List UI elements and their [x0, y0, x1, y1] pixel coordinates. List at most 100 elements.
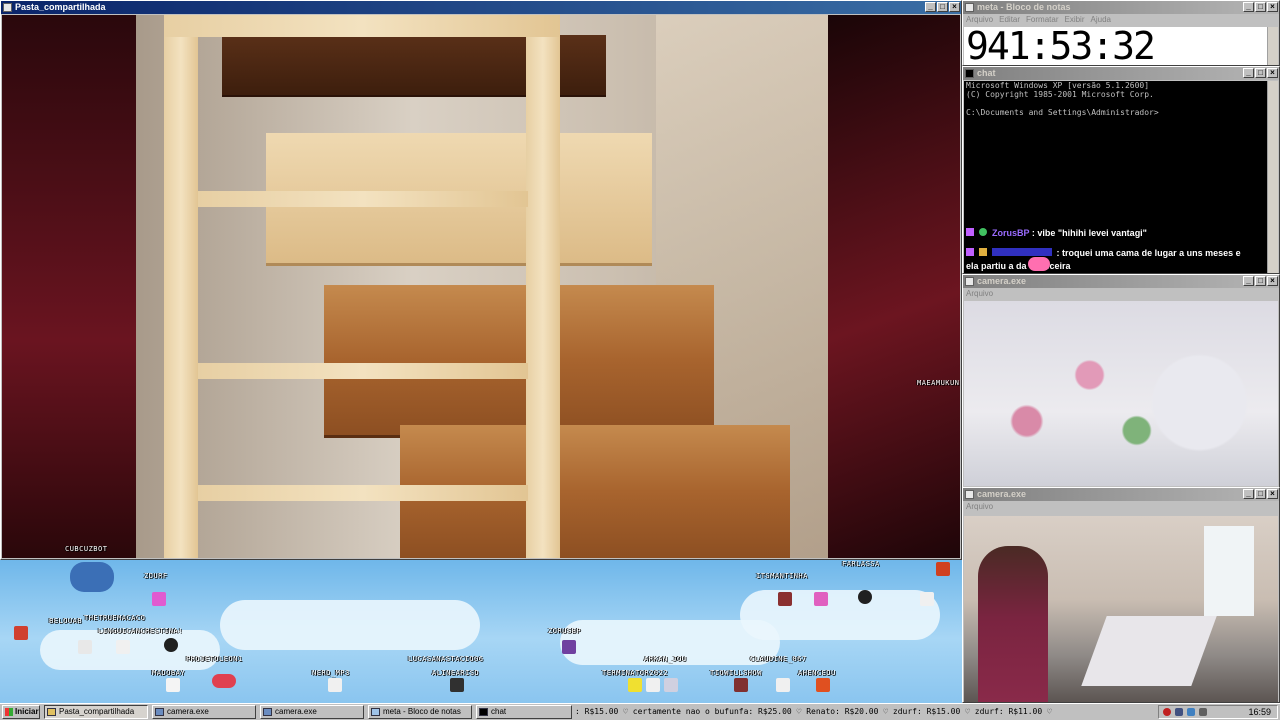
maximize-button[interactable]: □	[1255, 2, 1266, 12]
viewer-sprite	[166, 678, 180, 692]
video-area: MAEAMUKUN CUBCUZBOT	[2, 15, 960, 558]
taskbar-item-shared-folder[interactable]: Pasta_compartilhada	[44, 705, 148, 719]
folder-icon	[47, 708, 56, 716]
chat-scrollbar[interactable]	[1267, 81, 1278, 273]
close-button[interactable]: ×	[1267, 2, 1278, 12]
menu-arquivo[interactable]: Arquivo	[966, 288, 993, 300]
maximize-button[interactable]: □	[1255, 276, 1266, 286]
badge-icon	[978, 248, 987, 256]
window-title: meta - Bloco de notas	[977, 2, 1071, 12]
taskbar-clock: 16:59	[1248, 707, 1271, 717]
notepad-icon	[965, 3, 974, 12]
window-title: camera.exe	[977, 489, 1027, 499]
viewer-name: PROJETOLEON1	[186, 655, 243, 663]
viewer-sprite	[920, 592, 934, 606]
start-label: Iniciar	[15, 707, 39, 716]
viewer-sprite	[814, 592, 828, 606]
overlay-viewer-label: MAEAMUKUN	[917, 379, 960, 387]
camera-titlebar[interactable]: camera.exe _ □ ×	[963, 275, 1279, 288]
notepad-window[interactable]: meta - Bloco de notas _ □ × Arquivo Edit…	[962, 0, 1280, 66]
chat-console[interactable]: Microsoft Windows XP [versão 5.1.2600] (…	[964, 81, 1270, 273]
notepad-scrollbar[interactable]	[1267, 27, 1278, 65]
viewer-sprite	[816, 678, 830, 692]
maximize-button[interactable]: □	[1255, 489, 1266, 499]
viewer-sprite	[664, 678, 678, 692]
task-label: chat	[491, 707, 507, 716]
tray-app-icon[interactable]	[1163, 708, 1171, 716]
windows-logo-icon	[5, 708, 13, 716]
taskbar-item-camera[interactable]: camera.exe	[152, 705, 256, 719]
task-label: camera.exe	[167, 707, 209, 716]
viewer-name: MADOBAY	[152, 669, 186, 677]
taskbar-item-chat[interactable]: chat	[476, 705, 572, 719]
notepad-text-area[interactable]: 941:53:32	[964, 27, 1272, 65]
viewer-sprite	[646, 678, 660, 692]
chat-titlebar[interactable]: chat _ □ ×	[963, 67, 1279, 80]
background-left	[2, 15, 136, 558]
folder-icon	[3, 3, 12, 12]
streamer-camera-feed	[964, 516, 1278, 702]
viewer-sprite	[328, 678, 342, 692]
shared-folder-window[interactable]: Pasta_compartilhada _ □ × MAEAMUKUN CUBC…	[0, 0, 962, 560]
taskbar: Iniciar Pasta_compartilhada camera.exe c…	[0, 703, 1280, 720]
viewer-sprite	[628, 678, 642, 692]
viewer-name: ITSMANTINHA	[756, 572, 808, 580]
camera-window-top[interactable]: camera.exe _ □ × Arquivo	[962, 274, 1280, 488]
minimize-button[interactable]: _	[1243, 2, 1254, 12]
heart-icon	[1028, 257, 1050, 271]
minimize-button[interactable]: _	[1243, 276, 1254, 286]
badge-icon	[966, 248, 974, 256]
console-line: (C) Copyright 1985-2001 Microsoft Corp.	[966, 90, 1154, 99]
close-button[interactable]: ×	[1267, 68, 1278, 78]
minimize-button[interactable]: _	[925, 2, 936, 12]
viewer-sprite	[936, 562, 950, 576]
chat-window[interactable]: chat _ □ × Microsoft Windows XP [versão …	[962, 66, 1280, 274]
cmd-icon	[479, 708, 488, 716]
viewer-name: TIOWILLSHOW	[710, 669, 762, 677]
overlay-viewer-label: CUBCUZBOT	[65, 545, 108, 553]
badge-icon	[978, 228, 987, 236]
camera-icon	[965, 277, 974, 286]
chat-message: ela partiu a da cabeceira	[966, 257, 1071, 271]
taskbar-item-notepad[interactable]: meta - Bloco de notas	[368, 705, 472, 719]
woodwork-drawers-image	[136, 15, 828, 558]
viewer-sprite	[164, 638, 178, 652]
tray-app-icon[interactable]	[1175, 708, 1183, 716]
chat-text: ela partiu a da cabeceira	[966, 261, 1071, 271]
shared-folder-titlebar[interactable]: Pasta_compartilhada _ □ ×	[1, 1, 961, 14]
dragon-sprite	[70, 562, 114, 592]
camera-window-bottom[interactable]: camera.exe _ □ × Arquivo	[962, 487, 1280, 703]
chat-message: ZorusBP : vibe "hihihi levei vantagi"	[966, 228, 1147, 238]
tray-volume-icon[interactable]	[1199, 708, 1207, 716]
maximize-button[interactable]: □	[1255, 68, 1266, 78]
minimize-button[interactable]: _	[1243, 68, 1254, 78]
task-label: Pasta_compartilhada	[59, 707, 135, 716]
viewer-name: LINGUICANCRESTINA!	[98, 627, 183, 635]
console-line: C:\Documents and Settings\Administrador>	[966, 108, 1159, 117]
notepad-titlebar[interactable]: meta - Bloco de notas _ □ ×	[963, 1, 1279, 14]
minimize-button[interactable]: _	[1243, 489, 1254, 499]
maximize-button[interactable]: □	[937, 2, 948, 12]
task-label: meta - Bloco de notas	[383, 707, 461, 716]
viewer-name: ALINEARISD	[432, 669, 480, 677]
viewer-sprite	[562, 640, 576, 654]
viewer-sprite	[14, 626, 28, 640]
chat-text: : vibe "hihihi levei vantagi"	[1031, 228, 1147, 238]
taskbar-item-camera[interactable]: camera.exe	[260, 705, 364, 719]
close-button[interactable]: ×	[1267, 276, 1278, 286]
tray-network-icon[interactable]	[1187, 708, 1195, 716]
chat-text: : troquei uma cama de lugar a uns meses …	[1056, 248, 1241, 258]
coloring-book-camera-feed	[964, 301, 1278, 486]
viewer-sprite	[116, 640, 130, 654]
close-button[interactable]: ×	[1267, 489, 1278, 499]
start-button[interactable]: Iniciar	[2, 705, 40, 719]
viewer-name: AHENCEDU	[798, 669, 836, 677]
cmd-icon	[965, 69, 974, 78]
system-tray: 16:59	[1158, 705, 1278, 719]
close-button[interactable]: ×	[949, 2, 960, 12]
viewer-name: NERD_MP3	[312, 669, 350, 677]
menu-arquivo[interactable]: Arquivo	[966, 501, 993, 513]
camera-titlebar[interactable]: camera.exe _ □ ×	[963, 488, 1279, 501]
viewer-name: ZDURF	[144, 572, 168, 580]
viewer-sprite	[776, 678, 790, 692]
